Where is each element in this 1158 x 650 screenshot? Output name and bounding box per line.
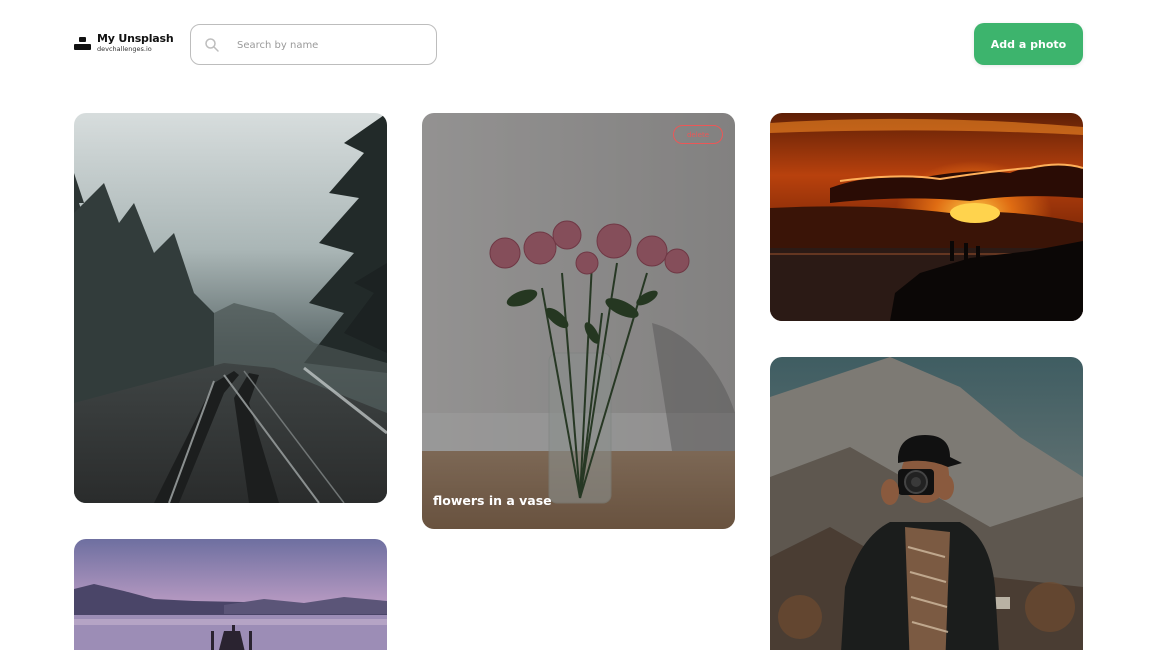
- logo-subtitle: devchallenges.io: [97, 45, 152, 53]
- search-input[interactable]: [237, 35, 427, 55]
- hover-overlay: [422, 113, 735, 529]
- photo-card-photographer[interactable]: [770, 357, 1083, 650]
- search-box[interactable]: [190, 24, 437, 65]
- add-photo-button[interactable]: Add a photo: [974, 23, 1083, 65]
- photo-card-pier[interactable]: [74, 539, 387, 650]
- delete-button[interactable]: delete: [673, 125, 723, 144]
- photo-card-sunset[interactable]: [770, 113, 1083, 321]
- photo-card-railway[interactable]: [74, 113, 387, 503]
- photo-label: flowers in a vase: [433, 493, 552, 508]
- search-icon: [205, 38, 219, 52]
- sunset-image: [770, 113, 1083, 321]
- logo-title: My Unsplash: [97, 32, 174, 45]
- logo-text: My Unsplash devchallenges.io: [97, 33, 174, 53]
- user-icon: [74, 34, 91, 51]
- pier-image: [74, 539, 387, 650]
- logo[interactable]: My Unsplash devchallenges.io: [74, 33, 174, 53]
- photo-card-flowers[interactable]: delete flowers in a vase: [422, 113, 735, 529]
- railway-image: [74, 113, 387, 503]
- photographer-image: [770, 357, 1083, 650]
